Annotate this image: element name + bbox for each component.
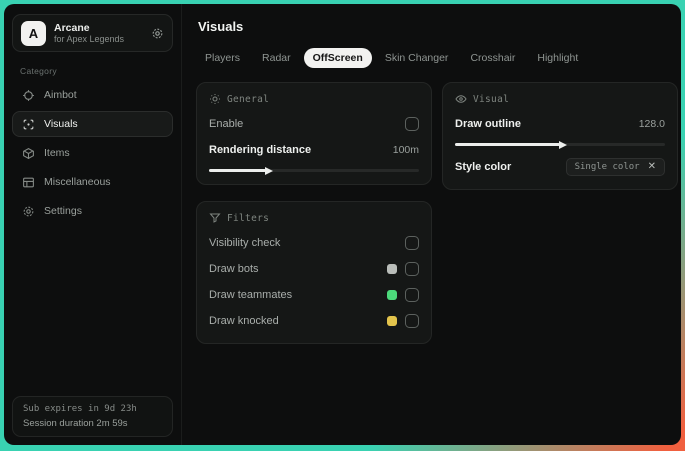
draw-bots-color-swatch[interactable]: [387, 264, 397, 274]
draw-teammates-color-swatch[interactable]: [387, 290, 397, 300]
visibility-check-row: Visibility check: [209, 233, 419, 253]
enable-checkbox[interactable]: [405, 117, 419, 131]
visual-card: Visual Draw outline 128.0 Style color Si…: [442, 82, 678, 190]
app-window: A Arcane for Apex Legends Category Aimbo…: [4, 4, 681, 445]
general-header-label: General: [227, 93, 270, 105]
category-label: Category: [20, 66, 57, 76]
tab-crosshair[interactable]: Crosshair: [461, 48, 524, 68]
funnel-icon: [209, 212, 221, 224]
visibility-check-label: Visibility check: [209, 237, 281, 249]
draw-teammates-label: Draw teammates: [209, 289, 293, 301]
visual-header-label: Visual: [473, 93, 510, 105]
slider-thumb[interactable]: [559, 140, 567, 149]
tab-radar[interactable]: Radar: [253, 48, 300, 68]
app-name: Arcane: [54, 21, 90, 34]
slider-fill: [209, 166, 273, 175]
rendering-distance-slider[interactable]: [209, 166, 419, 175]
session-duration-text: Session duration 2m 59s: [23, 418, 128, 429]
sidebar-item-label: Miscellaneous: [44, 176, 111, 188]
sidebar-item-visuals[interactable]: Visuals: [12, 111, 173, 137]
draw-knocked-color-swatch[interactable]: [387, 316, 397, 326]
general-card-header: General: [209, 93, 419, 105]
tab-players[interactable]: Players: [196, 48, 249, 68]
style-color-select[interactable]: Single color ✕: [565, 158, 665, 176]
page-title: Visuals: [198, 19, 244, 34]
rendering-distance-value: 100m: [392, 144, 419, 156]
draw-outline-row: Draw outline 128.0: [455, 114, 665, 134]
sidebar-item-settings[interactable]: Settings: [12, 198, 173, 224]
draw-knocked-label: Draw knocked: [209, 315, 279, 327]
grid-icon: [22, 176, 35, 189]
app-meta: Arcane for Apex Legends: [54, 22, 143, 44]
draw-outline-slider[interactable]: [455, 140, 665, 149]
sub-expires-text: Sub expires in 9d 23h: [23, 404, 137, 414]
box-icon: [22, 147, 35, 160]
eye-icon: [455, 93, 467, 105]
draw-knocked-checkbox[interactable]: [405, 314, 419, 328]
sidebar-item-miscellaneous[interactable]: Miscellaneous: [12, 169, 173, 195]
sidebar-item-aimbot[interactable]: Aimbot: [12, 82, 173, 108]
visual-card-header: Visual: [455, 93, 665, 105]
subscription-info-card: Sub expires in 9d 23h Session duration 2…: [12, 396, 173, 437]
general-card: General Enable Rendering distance 100m: [196, 82, 432, 185]
app-logo: A: [21, 20, 46, 46]
crosshair-icon: [22, 89, 35, 102]
rendering-distance-label: Rendering distance: [209, 144, 312, 156]
draw-outline-label: Draw outline: [455, 118, 522, 130]
draw-knocked-row: Draw knocked: [209, 311, 419, 331]
tab-offscreen[interactable]: OffScreen: [303, 48, 372, 68]
draw-teammates-row: Draw teammates: [209, 285, 419, 305]
sidebar: A Arcane for Apex Legends Category Aimbo…: [4, 4, 182, 445]
style-color-label: Style color: [455, 161, 512, 173]
filters-card: Filters Visibility check Draw bots Draw …: [196, 201, 432, 344]
draw-bots-row: Draw bots: [209, 259, 419, 279]
scan-icon: [22, 118, 35, 131]
rendering-distance-row: Rendering distance 100m: [209, 140, 419, 160]
tab-bar: Players Radar OffScreen Skin Changer Cro…: [196, 48, 678, 68]
main-content: Visuals Players Radar OffScreen Skin Cha…: [182, 4, 681, 445]
draw-teammates-checkbox[interactable]: [405, 288, 419, 302]
draw-bots-label: Draw bots: [209, 263, 259, 275]
visibility-check-checkbox[interactable]: [405, 236, 419, 250]
gear-icon: [22, 205, 35, 218]
sidebar-item-label: Aimbot: [44, 89, 77, 101]
gear-icon[interactable]: [151, 27, 164, 40]
filters-header-label: Filters: [227, 212, 270, 224]
app-subtitle: for Apex Legends: [54, 33, 125, 44]
slider-fill: [455, 140, 567, 149]
enable-label: Enable: [209, 118, 244, 130]
sidebar-item-items[interactable]: Items: [12, 140, 173, 166]
app-header-card: A Arcane for Apex Legends: [12, 14, 173, 52]
sidebar-item-label: Items: [44, 147, 70, 159]
sun-icon: [209, 93, 221, 105]
draw-outline-value: 128.0: [638, 118, 665, 130]
tab-skin-changer[interactable]: Skin Changer: [376, 48, 458, 68]
sidebar-item-label: Settings: [44, 205, 82, 217]
sidebar-item-label: Visuals: [44, 118, 78, 130]
tab-highlight[interactable]: Highlight: [528, 48, 587, 68]
enable-row: Enable: [209, 114, 419, 134]
slider-thumb[interactable]: [264, 166, 273, 175]
close-icon[interactable]: ✕: [648, 162, 656, 172]
draw-bots-checkbox[interactable]: [405, 262, 419, 276]
style-color-row: Style color Single color ✕: [455, 157, 665, 177]
sidebar-nav: Aimbot Visuals Items Miscellaneous Setti…: [12, 82, 173, 224]
filters-card-header: Filters: [209, 212, 419, 224]
style-color-value: Single color: [574, 162, 640, 172]
